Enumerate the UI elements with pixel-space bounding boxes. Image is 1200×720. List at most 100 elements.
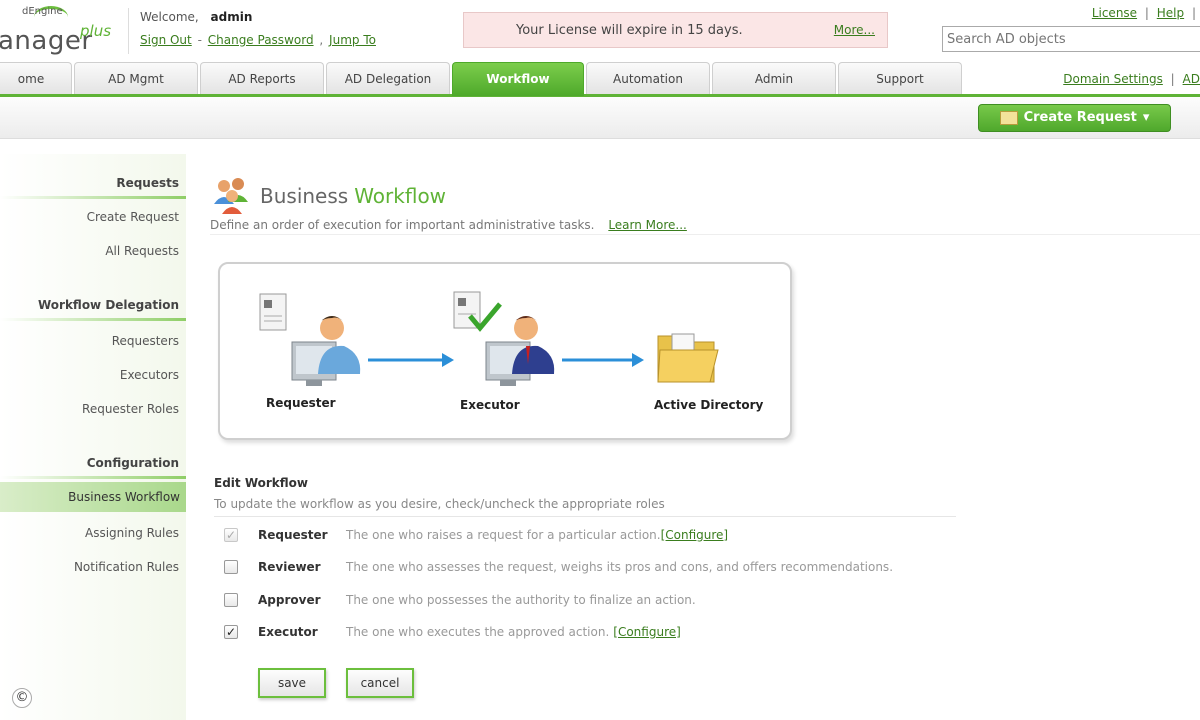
arrow-icon: [562, 353, 644, 367]
edit-divider: [214, 516, 956, 517]
license-warning-banner: Your License will expire in 15 days. Mor…: [463, 12, 888, 48]
edit-workflow-title: Edit Workflow: [214, 476, 308, 490]
edit-workflow-description: To update the workflow as you desire, ch…: [214, 497, 665, 511]
executor-checkbox[interactable]: ✓: [224, 625, 238, 639]
role-description-text: The one who possesses the authority to f…: [346, 593, 696, 607]
tab-ad-reports[interactable]: AD Reports: [200, 62, 324, 94]
page-title-part1: Business: [260, 184, 349, 208]
top-links: License | Help |: [1091, 6, 1196, 20]
role-description: The one who executes the approved action…: [346, 625, 681, 639]
username: admin: [210, 10, 253, 24]
requester-configure-link[interactable]: [Configure]: [661, 528, 729, 542]
logo-plus-text: plus: [80, 22, 112, 40]
page-description: Define an order of execution for importa…: [210, 218, 687, 232]
business-workflow-icon: [214, 178, 248, 214]
sidebar-item-requesters[interactable]: Requesters: [112, 334, 179, 348]
role-description-text: The one who raises a request for a parti…: [346, 528, 661, 542]
sidebar-item-business-workflow[interactable]: Business Workflow: [0, 482, 186, 512]
role-description: The one who assesses the request, weighs…: [346, 560, 893, 574]
copyright-icon: ©: [12, 688, 32, 708]
role-row-requester: ✓ Requester The one who raises a request…: [224, 526, 964, 546]
sidebar-item-executors[interactable]: Executors: [120, 368, 179, 382]
save-button[interactable]: save: [258, 668, 326, 698]
approved-document-icon: [453, 291, 502, 332]
title-divider: [210, 234, 1200, 235]
cancel-button[interactable]: cancel: [346, 668, 414, 698]
welcome-label: Welcome,: [140, 10, 199, 24]
create-request-label: Create Request: [1023, 110, 1137, 125]
sub-toolbar: Create Request ▾: [0, 97, 1200, 139]
role-description: The one who possesses the authority to f…: [346, 593, 696, 607]
domain-settings-link[interactable]: Domain Settings: [1063, 72, 1163, 86]
sidebar-section-workflow-delegation: Workflow Delegation: [37, 298, 179, 312]
role-description-text: The one who assesses the request, weighs…: [346, 560, 894, 574]
sidebar-item-all-requests[interactable]: All Requests: [105, 244, 179, 258]
sign-out-link[interactable]: Sign Out: [140, 33, 192, 47]
jump-to-link[interactable]: Jump To: [329, 33, 376, 47]
page-description-text: Define an order of execution for importa…: [210, 218, 595, 232]
sidebar-divider: [0, 476, 186, 479]
role-description: The one who raises a request for a parti…: [346, 528, 728, 542]
request-document-icon: [259, 293, 287, 331]
tab-ad-delegation[interactable]: AD Delegation: [326, 62, 450, 94]
dropdown-arrow-icon: ▾: [1142, 110, 1150, 125]
sidebar-divider: [0, 196, 186, 199]
tab-right-links: Domain Settings | AD: [1063, 72, 1200, 86]
role-description-text: The one who executes the approved action…: [346, 625, 610, 639]
main-tab-bar: ome AD Mgmt AD Reports AD Delegation Wor…: [0, 62, 1200, 104]
license-message: Your License will expire in 15 days.: [516, 23, 743, 38]
role-row-reviewer: Reviewer The one who assesses the reques…: [224, 558, 964, 578]
request-form-icon: [999, 110, 1018, 125]
logo-divider: [128, 8, 129, 54]
executor-computer-icon: [485, 316, 555, 386]
role-name: Approver: [258, 593, 321, 607]
requester-checkbox[interactable]: ✓: [224, 528, 238, 542]
logo-engine-text: dEngine: [22, 6, 63, 17]
ad-link[interactable]: AD: [1183, 72, 1200, 86]
tab-home[interactable]: ome: [0, 62, 72, 94]
sidebar-item-create-request[interactable]: Create Request: [87, 210, 179, 224]
role-name: Executor: [258, 625, 318, 639]
tab-automation[interactable]: Automation: [586, 62, 710, 94]
role-row-approver: Approver The one who possesses the autho…: [224, 591, 964, 611]
diagram-label-active-directory: Active Directory: [654, 398, 764, 412]
diagram-label-requester: Requester: [266, 396, 336, 410]
diagram-label-executor: Executor: [460, 398, 520, 412]
sidebar-item-notification-rules[interactable]: Notification Rules: [74, 560, 179, 574]
role-name: Reviewer: [258, 560, 321, 574]
main-content: Business Workflow Define an order of exec…: [200, 154, 1200, 720]
change-password-link[interactable]: Change Password: [208, 33, 314, 47]
page-title-part2: Workflow: [354, 184, 447, 208]
search-ad-objects-input[interactable]: [942, 26, 1200, 52]
help-link[interactable]: Help: [1157, 6, 1184, 20]
reviewer-checkbox[interactable]: [224, 560, 238, 574]
sidebar-divider: [0, 318, 186, 321]
license-more-link[interactable]: More...: [834, 23, 875, 37]
page-title: Business Workflow: [260, 184, 446, 208]
sidebar-section-configuration: Configuration: [86, 456, 179, 470]
create-request-button[interactable]: Create Request ▾: [978, 104, 1171, 132]
approver-checkbox[interactable]: [224, 593, 238, 607]
tab-support[interactable]: Support: [838, 62, 962, 94]
sidebar: Requests Create Request All Requests Wor…: [0, 154, 186, 720]
sidebar-item-assigning-rules[interactable]: Assigning Rules: [85, 526, 179, 540]
tab-ad-mgmt[interactable]: AD Mgmt: [74, 62, 198, 94]
product-logo[interactable]: dEngine anager plus: [0, 4, 120, 58]
license-link[interactable]: License: [1092, 6, 1137, 20]
tab-workflow[interactable]: Workflow: [452, 62, 584, 104]
executor-configure-link[interactable]: [Configure]: [613, 625, 681, 639]
welcome-text: Welcome, admin: [140, 10, 252, 24]
role-row-executor: ✓ Executor The one who executes the appr…: [224, 623, 964, 643]
tab-admin[interactable]: Admin: [712, 62, 836, 94]
header: dEngine anager plus Welcome, admin Sign …: [0, 0, 1200, 62]
learn-more-link[interactable]: Learn More...: [608, 218, 687, 232]
active-directory-folder-icon: [657, 333, 719, 383]
workflow-diagram: Requester Executor Active Directory: [218, 262, 792, 440]
user-links: Sign Out - Change Password , Jump To: [140, 33, 376, 47]
arrow-icon: [368, 353, 454, 367]
logo-name-text: anager: [0, 26, 93, 56]
sidebar-item-requester-roles[interactable]: Requester Roles: [82, 402, 179, 416]
sidebar-section-requests: Requests: [116, 176, 179, 190]
role-name: Requester: [258, 528, 328, 542]
requester-computer-icon: [291, 316, 361, 386]
